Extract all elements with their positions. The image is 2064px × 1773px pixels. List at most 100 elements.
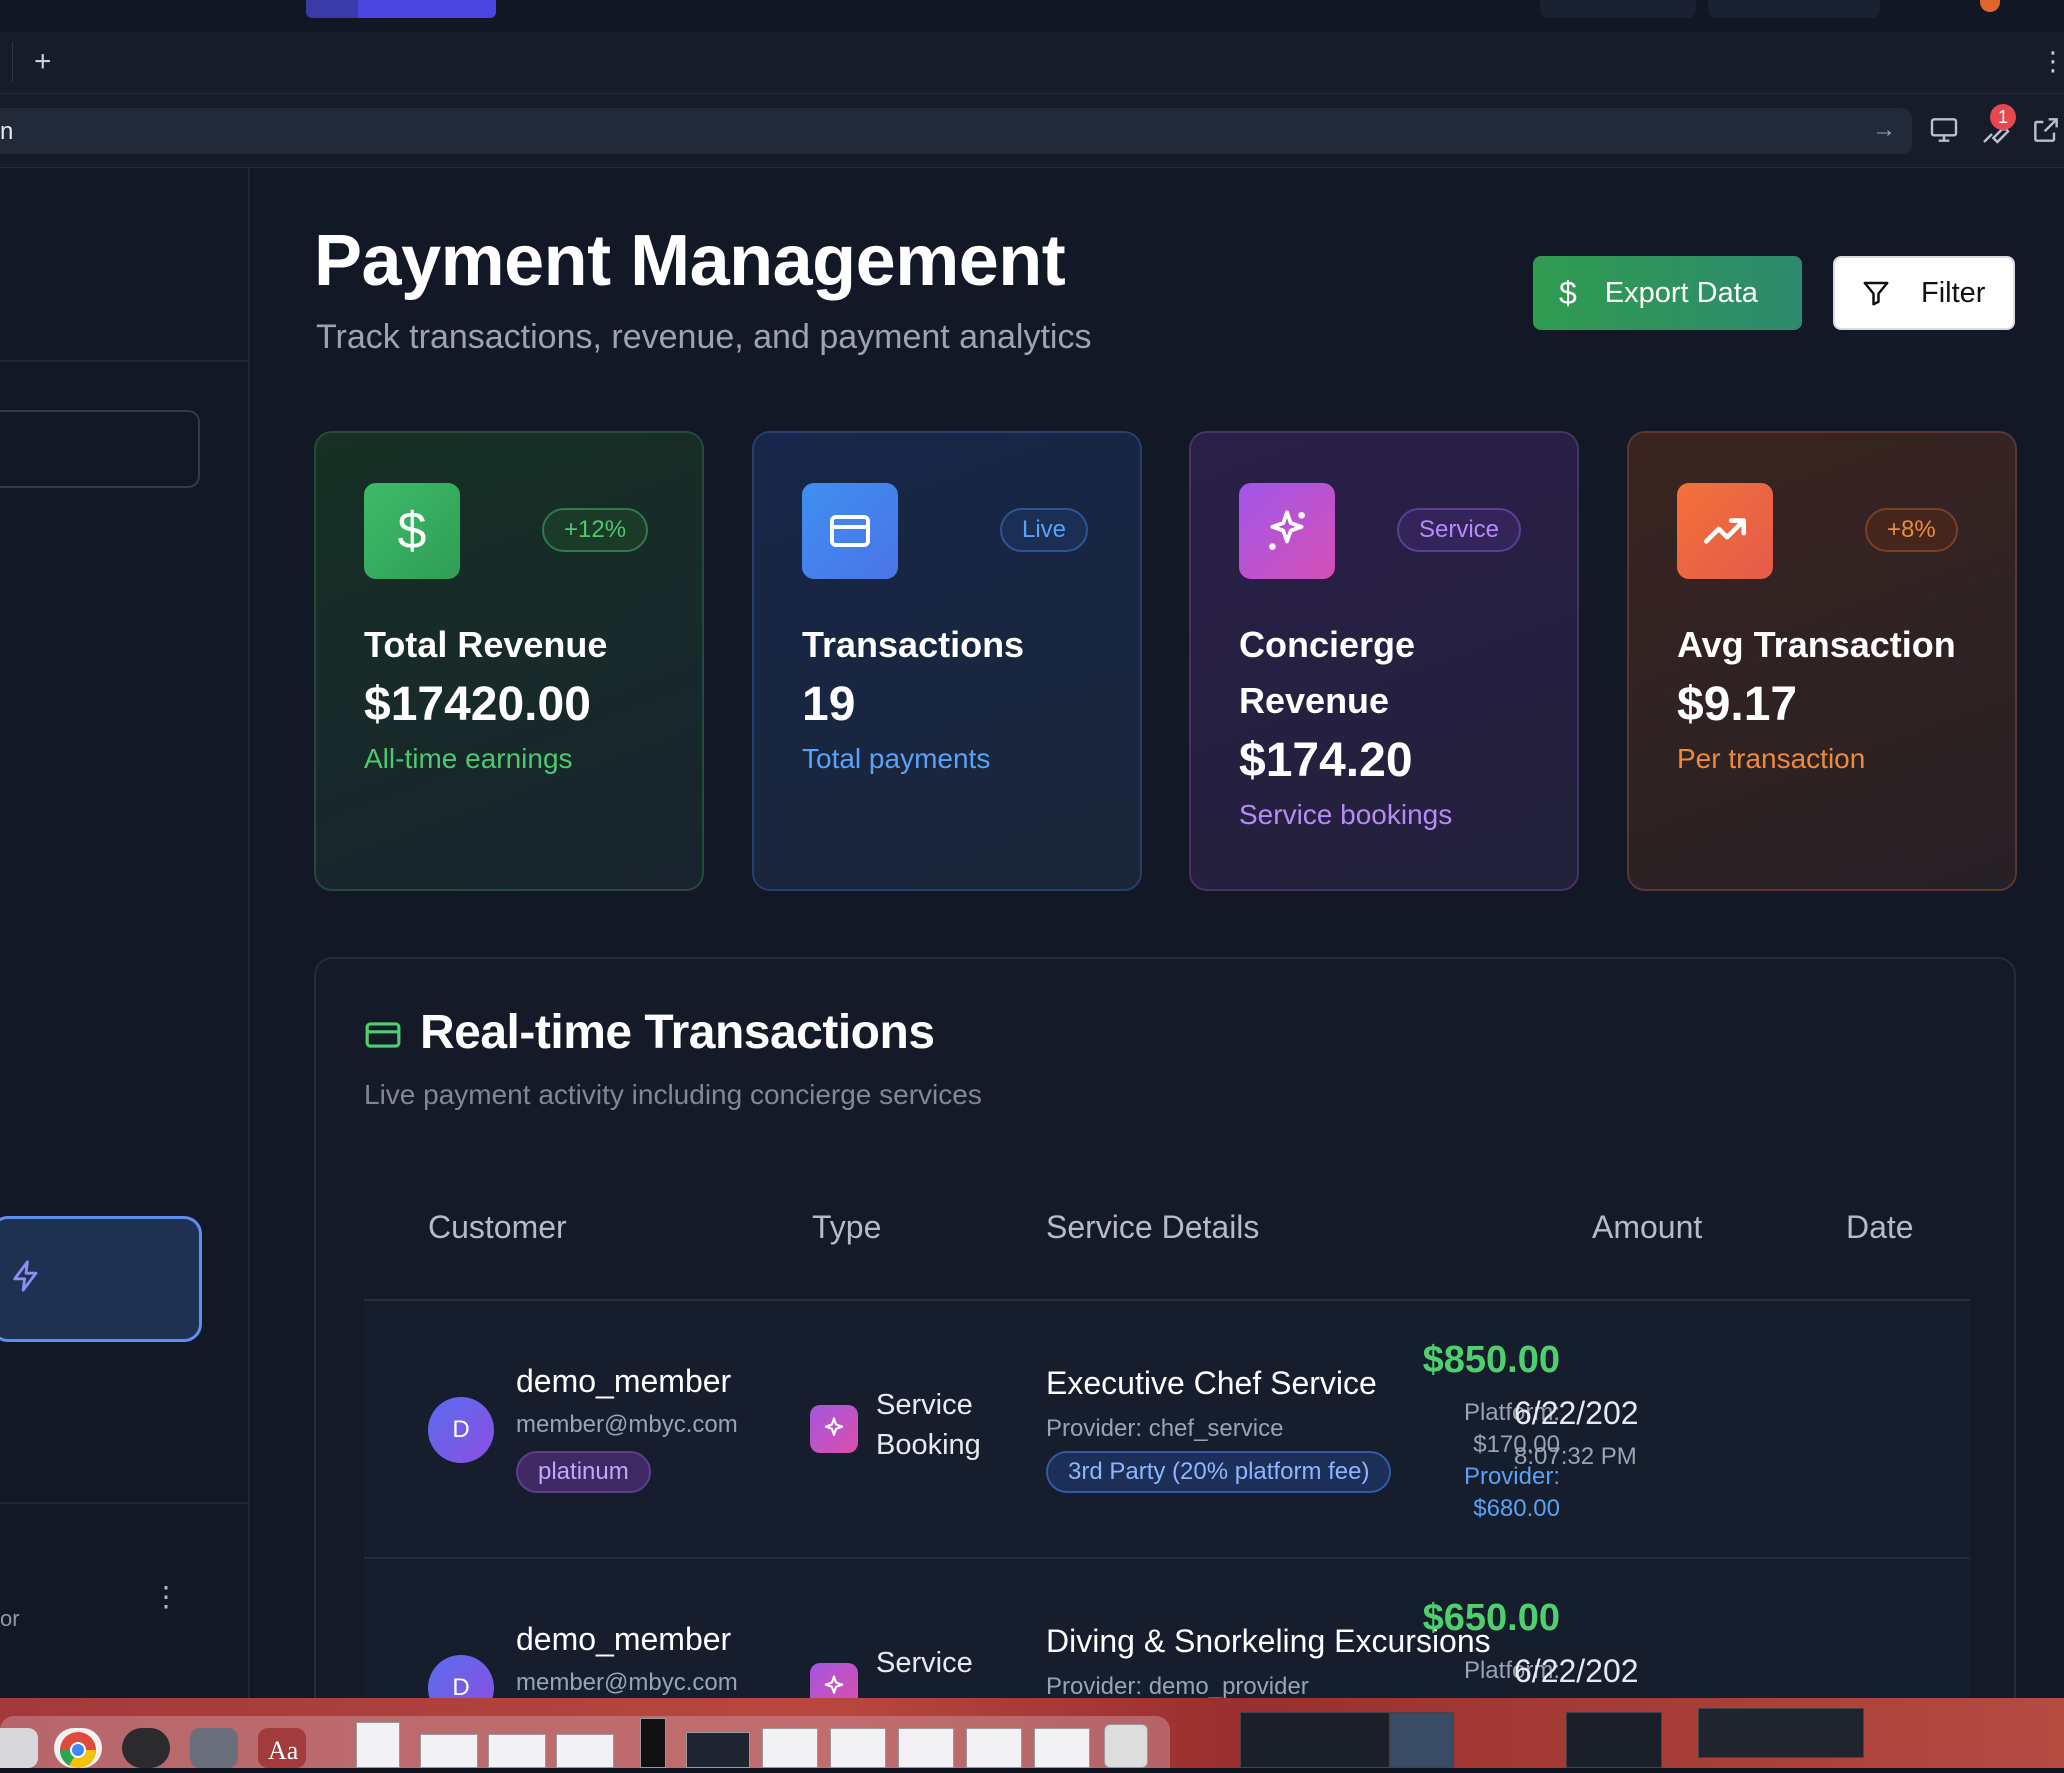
extension-badge: 1 xyxy=(1990,104,2016,130)
transactions-panel: Real-time Transactions Live payment acti… xyxy=(314,957,2016,1698)
app-icon[interactable] xyxy=(0,1728,38,1768)
document-thumbnail[interactable] xyxy=(488,1734,546,1768)
stat-tag: +8% xyxy=(1865,508,1958,552)
stat-card-avg-transaction: +8% Avg Transaction $9.17 Per transactio… xyxy=(1627,431,2017,891)
stat-card-total-revenue: $ +12% Total Revenue $17420.00 All-time … xyxy=(314,431,704,891)
address-text: n xyxy=(0,118,14,145)
filter-icon xyxy=(1863,281,1889,306)
amount-value: $650.00 xyxy=(1422,1597,1560,1639)
document-thumbnail[interactable] xyxy=(420,1734,478,1768)
sidebar-user-role: or xyxy=(0,1606,20,1631)
avatar: D xyxy=(428,1397,494,1463)
stat-label: Transactions xyxy=(802,624,1025,665)
customer-name: demo_member xyxy=(516,1363,732,1399)
lightning-icon xyxy=(9,1259,43,1302)
column-header-service-details[interactable]: Service Details xyxy=(1046,1209,1259,1246)
customer-email: member@mbyc.com xyxy=(516,1411,738,1438)
browser-menu-button[interactable]: ⋮ xyxy=(2040,46,2064,76)
sparkles-icon xyxy=(810,1663,858,1698)
monitor-icon[interactable] xyxy=(1928,114,1962,148)
dollar-icon: $ xyxy=(1559,274,1577,311)
notification-dot xyxy=(1980,0,2000,12)
tab-group-indicator[interactable] xyxy=(306,0,496,18)
window-thumbnail[interactable] xyxy=(1390,1712,1454,1768)
stat-tag: Service xyxy=(1397,508,1522,552)
transaction-date: 6/22/202 xyxy=(1514,1395,1639,1431)
dock: Aa xyxy=(0,1698,2064,1769)
table-row[interactable]: D demo_member member@mbyc.com platinum S… xyxy=(364,1301,1970,1559)
sidebar-search-input[interactable] xyxy=(0,410,200,488)
transaction-type: Service xyxy=(876,1643,1016,1683)
page-subtitle: Track transactions, revenue, and payment… xyxy=(316,318,1092,356)
document-thumbnail[interactable] xyxy=(1034,1728,1090,1768)
transaction-type-line: Service xyxy=(876,1647,973,1679)
filter-label: Filter xyxy=(1921,276,1986,309)
transaction-type-line: Service xyxy=(876,1389,973,1421)
compass-icon[interactable] xyxy=(122,1728,170,1768)
stat-value: $17420.00 xyxy=(364,678,591,731)
document-thumbnail[interactable] xyxy=(898,1728,954,1768)
dollar-icon: $ xyxy=(364,483,460,579)
export-data-label: Export Data xyxy=(1604,276,1758,309)
sidebar-divider xyxy=(0,1502,248,1504)
service-name: Executive Chef Service xyxy=(1046,1365,1377,1401)
window-thumbnail[interactable] xyxy=(1240,1712,1390,1768)
transaction-type-line: Booking xyxy=(876,1429,981,1461)
main-content: Payment Management Track transactions, r… xyxy=(252,168,2064,1698)
tier-badge: platinum xyxy=(516,1451,651,1493)
document-thumbnail[interactable] xyxy=(762,1728,818,1768)
transactions-subtitle: Live payment activity including concierg… xyxy=(364,1079,982,1110)
address-field[interactable]: n → xyxy=(0,108,1912,154)
provider-amount: $680.00 xyxy=(1473,1495,1560,1522)
stat-card-concierge-revenue: Service Concierge Revenue $174.20 Servic… xyxy=(1189,431,1579,891)
document-thumbnail[interactable] xyxy=(356,1722,400,1768)
dictionary-icon[interactable]: Aa xyxy=(258,1728,306,1768)
tab-bar: + ⋮ xyxy=(0,32,2064,94)
chrome-icon[interactable] xyxy=(54,1728,102,1769)
trash-icon[interactable] xyxy=(1104,1724,1148,1768)
sidebar-divider xyxy=(0,360,248,362)
document-thumbnail[interactable] xyxy=(556,1734,614,1768)
filter-button[interactable]: Filter xyxy=(1833,256,2015,330)
document-thumbnail[interactable] xyxy=(966,1728,1022,1768)
column-header-amount[interactable]: Amount xyxy=(1592,1209,1702,1246)
stat-value: $174.20 xyxy=(1239,734,1413,787)
transaction-time: 8:07:32 PM xyxy=(1514,1443,1637,1470)
new-tab-button[interactable]: + xyxy=(34,44,52,80)
transaction-type: Service Booking xyxy=(876,1385,1016,1465)
sidebar-item-payments[interactable] xyxy=(0,1216,202,1342)
document-thumbnail[interactable] xyxy=(640,1718,666,1768)
transaction-date: 6/22/202 xyxy=(1514,1653,1639,1689)
window-thumbnail[interactable] xyxy=(1698,1708,1864,1758)
document-thumbnail[interactable] xyxy=(830,1728,886,1768)
stat-tag: Live xyxy=(1000,508,1089,552)
stat-note: Total payments xyxy=(802,743,991,774)
user-menu-button[interactable]: ⋮ xyxy=(152,1580,180,1613)
app-icon[interactable] xyxy=(190,1728,238,1768)
external-link-icon[interactable] xyxy=(2030,114,2064,148)
export-data-button[interactable]: $ Export Data xyxy=(1533,256,1802,330)
stat-label: Concierge Revenue xyxy=(1239,624,1416,721)
toolbar-pill[interactable] xyxy=(1708,0,1880,18)
service-provider: Provider: demo_provider xyxy=(1046,1673,1309,1698)
sparkles-icon xyxy=(1239,483,1335,579)
sidebar: or ⋮ xyxy=(0,168,250,1698)
trending-up-icon xyxy=(1677,483,1773,579)
customer-name: demo_member xyxy=(516,1621,732,1657)
fee-badge: 3rd Party (20% platform fee) xyxy=(1046,1451,1392,1493)
column-header-customer[interactable]: Customer xyxy=(428,1209,567,1246)
stat-label: Total Revenue xyxy=(364,624,608,665)
browser-top-bar xyxy=(0,0,2064,32)
column-header-date[interactable]: Date xyxy=(1846,1209,1914,1246)
window-thumbnail[interactable] xyxy=(1566,1712,1662,1768)
service-provider: Provider: chef_service xyxy=(1046,1415,1284,1442)
document-thumbnail[interactable] xyxy=(686,1732,750,1768)
go-arrow-icon[interactable]: → xyxy=(1872,116,1896,144)
sparkles-icon xyxy=(810,1405,858,1453)
amount-value: $850.00 xyxy=(1422,1339,1560,1381)
column-header-type[interactable]: Type xyxy=(812,1209,881,1246)
table-row[interactable]: D demo_member member@mbyc.com Service Di… xyxy=(364,1559,1970,1698)
toolbar-pill[interactable] xyxy=(1540,0,1696,18)
tab-separator xyxy=(12,42,13,82)
stat-note: Per transaction xyxy=(1677,743,1866,774)
